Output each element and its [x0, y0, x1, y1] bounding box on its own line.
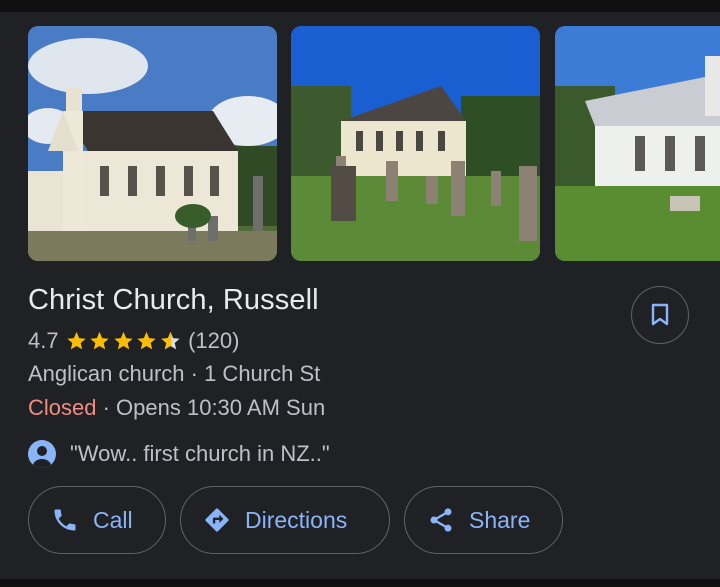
- category-address: Anglican church · 1 Church St: [28, 361, 321, 386]
- rating-value: 4.7: [28, 328, 59, 353]
- share-label: Share: [469, 506, 531, 533]
- bookmark-icon: [651, 303, 669, 326]
- opening-hours[interactable]: Closed · Opens 10:30 AM Sun: [28, 395, 325, 421]
- star-icon: [90, 331, 109, 350]
- star-half-icon: [160, 331, 180, 350]
- phone-icon: [54, 509, 76, 531]
- save-button[interactable]: [631, 286, 689, 344]
- place-photo[interactable]: [28, 26, 277, 261]
- review-snippet[interactable]: "Wow.. first church in NZ..": [28, 439, 330, 469]
- person-avatar-icon: [28, 440, 56, 468]
- review-count: (120): [188, 328, 240, 353]
- rating-row[interactable]: 4.7 (120): [28, 327, 239, 355]
- place-photo[interactable]: [555, 26, 720, 261]
- photo-carousel[interactable]: [28, 26, 720, 262]
- star-icon: [137, 331, 156, 350]
- share-icon: [430, 508, 452, 532]
- call-label: Call: [93, 506, 133, 533]
- star-icon: [66, 331, 86, 350]
- directions-label: Directions: [245, 506, 348, 533]
- share-button[interactable]: Share: [404, 486, 563, 554]
- directions-button[interactable]: Directions: [180, 486, 390, 554]
- star-rating: [65, 330, 183, 352]
- opens-time: · Opens 10:30 AM Sun: [102, 395, 326, 420]
- review-text: "Wow.. first church in NZ..": [70, 441, 330, 466]
- directions-icon: [205, 508, 229, 532]
- status-closed: Closed: [28, 395, 97, 420]
- place-card: Christ Church, Russell 4.7 (120) Anglica…: [0, 12, 720, 579]
- call-button[interactable]: Call: [28, 486, 166, 554]
- star-icon: [113, 331, 133, 350]
- place-title: Christ Church, Russell: [28, 284, 319, 316]
- place-photo[interactable]: [291, 26, 540, 261]
